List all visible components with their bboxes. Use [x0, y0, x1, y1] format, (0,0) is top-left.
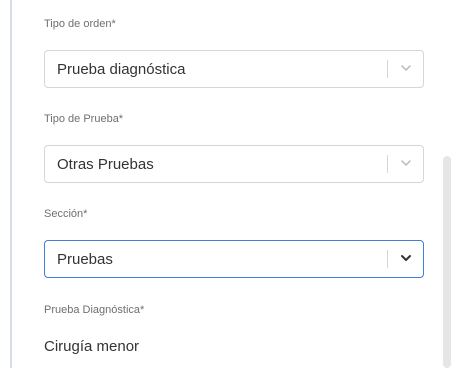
prueba-diagnostica-value: Cirugía menor [44, 338, 140, 355]
prueba-diagnostica-label: Prueba Diagnóstica* [44, 304, 145, 316]
tipo-de-prueba-select[interactable]: Otras Pruebas [44, 145, 424, 183]
tipo-de-prueba-separator [387, 155, 388, 173]
tipo-de-orden-value: Prueba diagnóstica [57, 61, 186, 78]
chevron-down-icon[interactable] [399, 251, 413, 265]
seccion-select[interactable]: Pruebas [44, 240, 424, 278]
tipo-de-orden-separator [387, 60, 388, 78]
chevron-down-icon[interactable] [399, 156, 413, 170]
tipo-de-prueba-value: Otras Pruebas [57, 156, 154, 173]
tipo-de-orden-select[interactable]: Prueba diagnóstica [44, 50, 424, 88]
left-border-rule [10, 0, 12, 368]
seccion-label: Sección* [44, 208, 88, 220]
tipo-de-prueba-label: Tipo de Prueba* [44, 113, 124, 125]
seccion-value: Pruebas [57, 251, 113, 268]
tipo-de-orden-label: Tipo de orden* [44, 18, 116, 30]
scrollbar-track[interactable] [440, 0, 459, 368]
seccion-separator [387, 250, 388, 268]
scrollbar-thumb[interactable] [443, 156, 451, 368]
chevron-down-icon[interactable] [399, 61, 413, 75]
